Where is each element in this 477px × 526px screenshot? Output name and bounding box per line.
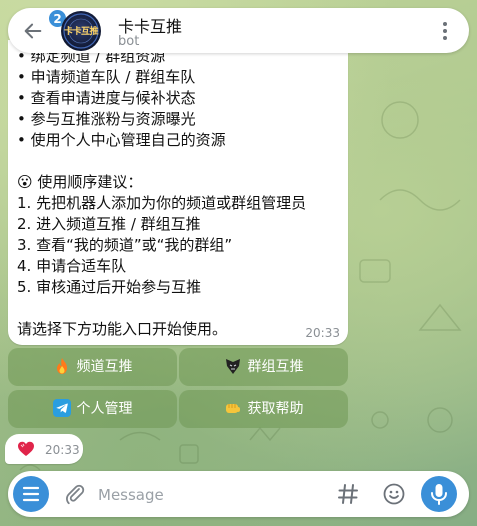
- more-options-icon[interactable]: [435, 20, 455, 42]
- emoji-icon[interactable]: [382, 482, 406, 506]
- robot-emblem-icon: [224, 352, 242, 374]
- fist-icon: [224, 394, 242, 413]
- bot-commands-icon[interactable]: [336, 482, 360, 506]
- message-line: • 使用个人中心管理自己的资源: [17, 131, 226, 149]
- channel-promo-button[interactable]: 频道互推: [8, 348, 177, 386]
- get-help-button[interactable]: 获取帮助: [179, 390, 348, 428]
- message-line: • 查看申请进度与候补状态: [17, 89, 196, 107]
- message-line: 4. 申请合适车队: [17, 257, 127, 275]
- get-help-label: 获取帮助: [247, 401, 304, 417]
- message-line: 3. 查看“我的频道”或“我的群组”: [17, 236, 233, 254]
- bot-menu-button[interactable]: [13, 476, 49, 512]
- chat-header: 2 卡卡互推 卡卡互推 bot: [8, 8, 469, 53]
- channel-promo-label: 频道互推: [76, 359, 133, 375]
- avatar-logo-text: 卡卡互推: [63, 27, 99, 37]
- message-timestamp: 20:33: [305, 326, 340, 340]
- heart-icon: [18, 441, 34, 456]
- chat-subtitle: bot: [118, 34, 140, 49]
- message-line: 😮 使用顺序建议：: [17, 173, 143, 191]
- avatar[interactable]: 卡卡互推: [61, 11, 101, 51]
- back-arrow-icon[interactable]: [22, 20, 44, 42]
- fire-icon: [53, 352, 71, 374]
- message-line: • 申请频道车队 / 群组车队: [17, 68, 196, 86]
- microphone-icon: [431, 484, 447, 505]
- message-line: 请选择下方功能入口开始使用。: [17, 320, 228, 338]
- message-line: 5. 审核通过后开始参与互推: [17, 278, 202, 296]
- profile-manage-button[interactable]: 个人管理: [8, 390, 177, 428]
- message-composer: [8, 471, 469, 517]
- group-promo-label: 群组互推: [247, 359, 304, 375]
- microphone-button[interactable]: [421, 476, 457, 512]
- message-line: 2. 进入频道互推 / 群组互推: [17, 215, 201, 233]
- telegram-icon: [52, 394, 71, 417]
- group-promo-button[interactable]: 群组互推: [179, 348, 348, 386]
- menu-icon: [22, 486, 40, 502]
- message-timestamp: 20:33: [45, 443, 80, 457]
- message-input[interactable]: [96, 480, 320, 510]
- message-line: • 参与互推涨粉与资源曝光: [17, 110, 196, 128]
- profile-manage-label: 个人管理: [76, 401, 133, 417]
- reaction-message-bubble: 20:33: [5, 434, 83, 464]
- bot-message-bubble: • 绑定频道 / 群组资源 • 申请频道车队 / 群组车队 • 查看申请进度与候…: [8, 40, 348, 345]
- message-line: 1. 先把机器人添加为你的频道或群组管理员: [17, 194, 307, 212]
- paperclip-icon[interactable]: [63, 482, 87, 506]
